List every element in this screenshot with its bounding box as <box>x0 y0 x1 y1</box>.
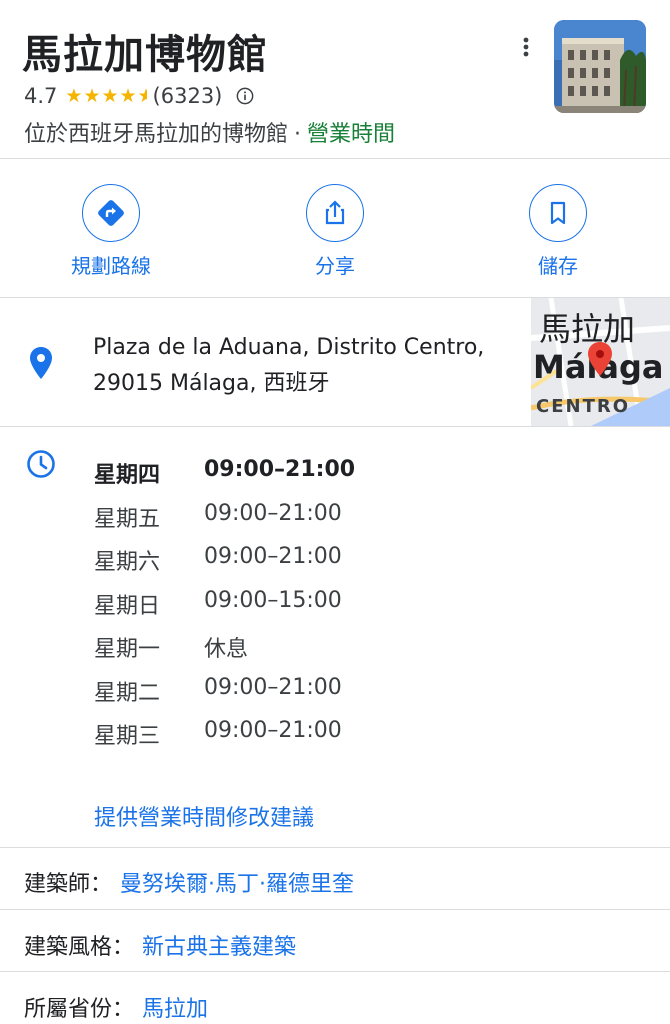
hours-time: 09:00–21:00 <box>204 544 342 569</box>
directions-label: 規劃路線 <box>71 254 151 278</box>
share-icon <box>325 200 345 225</box>
divider <box>0 971 670 972</box>
hours-link[interactable]: 營業時間 <box>307 122 395 147</box>
fact-label: 所屬省份： <box>24 997 135 1022</box>
fact-value-link[interactable]: 新古典主義建築 <box>142 935 296 960</box>
hours-row: 星期五 09:00–21:00 <box>94 501 494 533</box>
separator: · <box>294 122 302 147</box>
hours-day: 星期日 <box>94 594 161 619</box>
place-title: 馬拉加博物館 <box>22 32 268 78</box>
bookmark-icon <box>550 201 566 225</box>
save-icon-circle <box>529 184 587 242</box>
more-options-icon[interactable] <box>514 30 538 64</box>
map-label-top: 馬拉加 <box>539 310 635 348</box>
divider <box>0 847 670 848</box>
divider <box>0 909 670 910</box>
hours-time: 09:00–21:00 <box>204 718 342 743</box>
hours-row-today: 星期四 09:00–21:00 <box>94 457 494 489</box>
rating-stars-icon: ★★★★★ <box>65 85 146 107</box>
review-count[interactable]: (6323) <box>153 84 223 108</box>
hours-day: 星期一 <box>94 637 161 662</box>
map-label-district: CENTRO <box>536 396 630 417</box>
hours-day: 星期三 <box>94 724 161 749</box>
place-subtitle: 位於西班牙馬拉加的博物館 · 營業時間 <box>24 116 395 148</box>
hours-row: 星期一 休息 <box>94 631 494 663</box>
fact-architectural-style: 建築風格： 新古典主義建築 <box>24 929 296 961</box>
fact-label: 建築師： <box>24 872 113 897</box>
directions-icon <box>98 200 124 226</box>
clock-icon <box>27 450 55 478</box>
hours-time: 09:00–21:00 <box>204 501 342 526</box>
divider <box>0 158 670 159</box>
hours-time: 休息 <box>204 637 249 662</box>
hours-row: 星期三 09:00–21:00 <box>94 718 494 750</box>
directions-icon-circle <box>82 184 140 242</box>
fact-value-link[interactable]: 馬拉加 <box>142 997 208 1022</box>
divider <box>0 426 670 427</box>
fact-architect: 建築師： 曼努埃爾·馬丁·羅德里奎 <box>24 866 354 898</box>
address[interactable]: Plaza de la Aduana, Distrito Centro, 290… <box>93 330 484 402</box>
fact-province: 所屬省份： 馬拉加 <box>24 991 208 1023</box>
save-label: 儲存 <box>538 254 578 278</box>
hours-row: 星期六 09:00–21:00 <box>94 544 494 576</box>
share-icon-circle <box>306 184 364 242</box>
hours-day: 星期四 <box>94 463 161 488</box>
hours-time: 09:00–15:00 <box>204 588 342 613</box>
location-pin-icon <box>30 347 52 379</box>
save-button[interactable]: 儲存 <box>498 184 618 279</box>
info-icon[interactable] <box>236 87 254 105</box>
place-photo[interactable] <box>554 20 646 113</box>
share-label: 分享 <box>315 254 355 278</box>
hours-day: 星期六 <box>94 550 161 575</box>
hours-row: 星期二 09:00–21:00 <box>94 675 494 707</box>
fact-value-link[interactable]: 曼努埃爾·馬丁·羅德里奎 <box>120 872 354 897</box>
hours-row: 星期日 09:00–15:00 <box>94 588 494 620</box>
hours-time: 09:00–21:00 <box>204 457 356 482</box>
hours-time: 09:00–21:00 <box>204 675 342 700</box>
place-category: 位於西班牙馬拉加的博物館 <box>24 122 289 147</box>
map-thumbnail[interactable]: 馬拉加 Málaga CENTRO <box>531 298 670 426</box>
fact-label: 建築風格： <box>24 935 135 960</box>
directions-button[interactable]: 規劃路線 <box>51 184 171 279</box>
rating-row[interactable]: 4.7 ★★★★★ (6323) <box>24 84 254 108</box>
address-line-2: 29015 Málaga, 西班牙 <box>93 371 330 396</box>
share-button[interactable]: 分享 <box>275 184 395 279</box>
hours-day: 星期五 <box>94 507 161 532</box>
rating-value: 4.7 <box>24 84 58 108</box>
address-line-1: Plaza de la Aduana, Distrito Centro, <box>93 335 485 360</box>
suggest-hours-edit-link[interactable]: 提供營業時間修改建議 <box>94 800 314 832</box>
hours-day: 星期二 <box>94 681 161 706</box>
